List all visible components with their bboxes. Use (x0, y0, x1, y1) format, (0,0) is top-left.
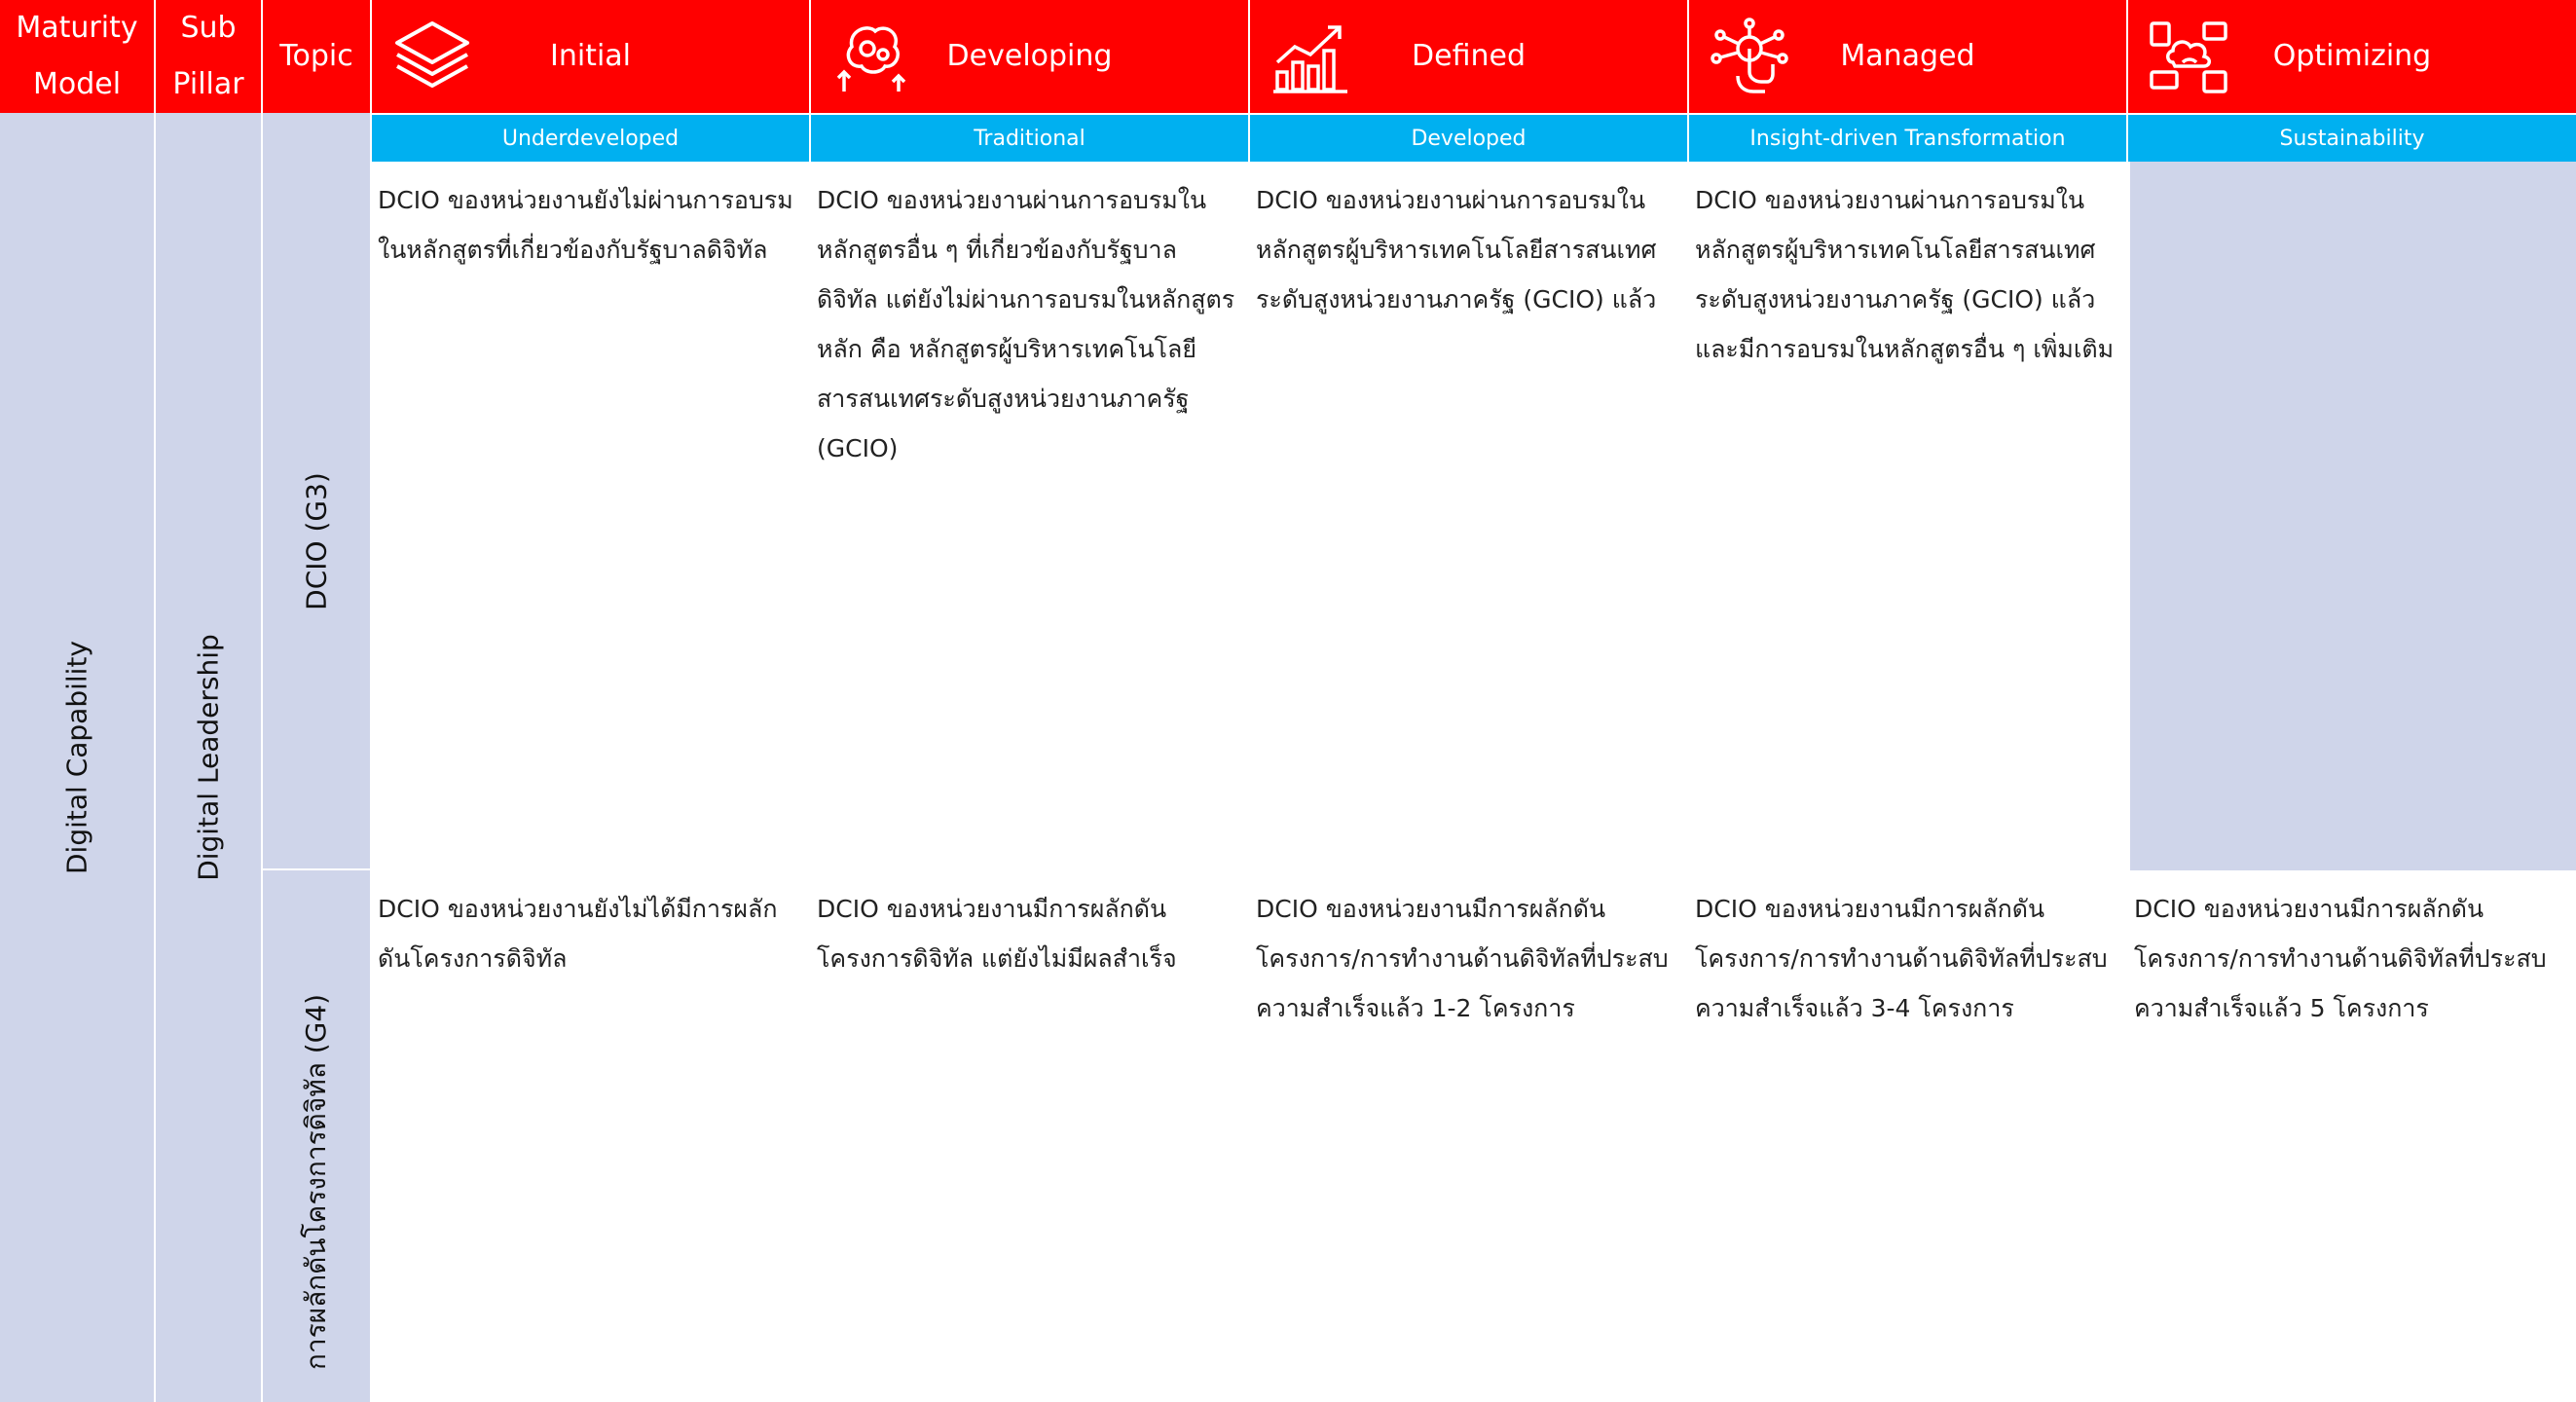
header-sub-pillar: Sub Pillar (156, 0, 263, 113)
level-sub-managed-label: Insight-driven Transformation (1749, 126, 2066, 151)
g4-optimizing-cell: DCIO ของหน่วยงานมีการผลักดันโครงการ/การท… (2128, 870, 2576, 1402)
topic-g3: DCIO (G3) (263, 162, 372, 870)
header-maturity-model-line2: Model (32, 67, 122, 101)
g3-developing-cell: DCIO ของหน่วยงานผ่านการอบรมในหลักสูตรอื่… (811, 162, 1250, 870)
g3-optimizing-cell (2128, 162, 2576, 870)
header-topic: Topic (263, 0, 372, 113)
level-sub-defined-label: Developed (1411, 126, 1527, 151)
level-header-defined: Defined (1250, 0, 1689, 113)
level-sub-optimizing-label: Sustainability (2279, 126, 2425, 151)
sub-pillar-value: Digital Leadership (192, 634, 225, 881)
g3-initial-cell: DCIO ของหน่วยงานยังไม่ผ่านการอบรมในหลักส… (372, 162, 811, 870)
level-header-optimizing: Optimizing (2128, 0, 2576, 113)
level-name-initial: Initial (549, 39, 631, 73)
maturity-model-value: Digital Capability (60, 640, 93, 875)
topic-g4-label: การผลักดันโครงการดิจิทัล (G4) (300, 993, 332, 1371)
level-sub-managed: Insight-driven Transformation (1689, 113, 2128, 162)
level-sub-optimizing: Sustainability (2128, 113, 2576, 162)
topic-header-spacer (263, 113, 372, 162)
header-maturity-model-line1: Maturity (16, 11, 138, 45)
maturity-table: Maturity Model Sub Pillar Topic Initial (0, 0, 2576, 1402)
level-header-initial: Initial (372, 0, 811, 113)
header-sub-pillar-line1: Sub (180, 11, 237, 45)
header-sub-pillar-line2: Pillar (172, 67, 244, 101)
g4-initial-cell: DCIO ของหน่วยงานยังไม่ได้มีการผลักดันโคร… (372, 870, 811, 1402)
g4-managed-cell: DCIO ของหน่วยงานมีการผลักดันโครงการ/การท… (1689, 870, 2128, 1402)
level-name-optimizing: Optimizing (2272, 39, 2432, 73)
level-sub-defined: Developed (1250, 113, 1689, 162)
header-topic-label: Topic (279, 39, 353, 73)
topic-g3-label: DCIO (G3) (300, 472, 333, 610)
level-sub-developing: Traditional (811, 113, 1250, 162)
header-maturity-model: Maturity Model (0, 0, 156, 113)
level-name-defined: Defined (1412, 39, 1526, 73)
g3-defined-cell: DCIO ของหน่วยงานผ่านการอบรมในหลักสูตรผู้… (1250, 162, 1689, 870)
maturity-model-cell: Digital Capability (0, 113, 156, 1402)
level-sub-initial: Underdeveloped (372, 113, 811, 162)
level-name-developing: Developing (946, 39, 1113, 73)
level-sub-initial-label: Underdeveloped (501, 126, 680, 151)
sub-pillar-cell: Digital Leadership (156, 113, 263, 1402)
g4-defined-cell: DCIO ของหน่วยงานมีการผลักดันโครงการ/การท… (1250, 870, 1689, 1402)
level-header-developing: Developing (811, 0, 1250, 113)
level-name-managed: Managed (1840, 39, 1975, 73)
topic-g4: การผลักดันโครงการดิจิทัล (G4) (263, 870, 372, 1402)
g3-managed-cell: DCIO ของหน่วยงานผ่านการอบรมในหลักสูตรผู้… (1689, 162, 2128, 870)
g4-developing-cell: DCIO ของหน่วยงานมีการผลักดันโครงการดิจิท… (811, 870, 1250, 1402)
level-header-managed: Managed (1689, 0, 2128, 113)
level-sub-developing-label: Traditional (974, 126, 1086, 151)
